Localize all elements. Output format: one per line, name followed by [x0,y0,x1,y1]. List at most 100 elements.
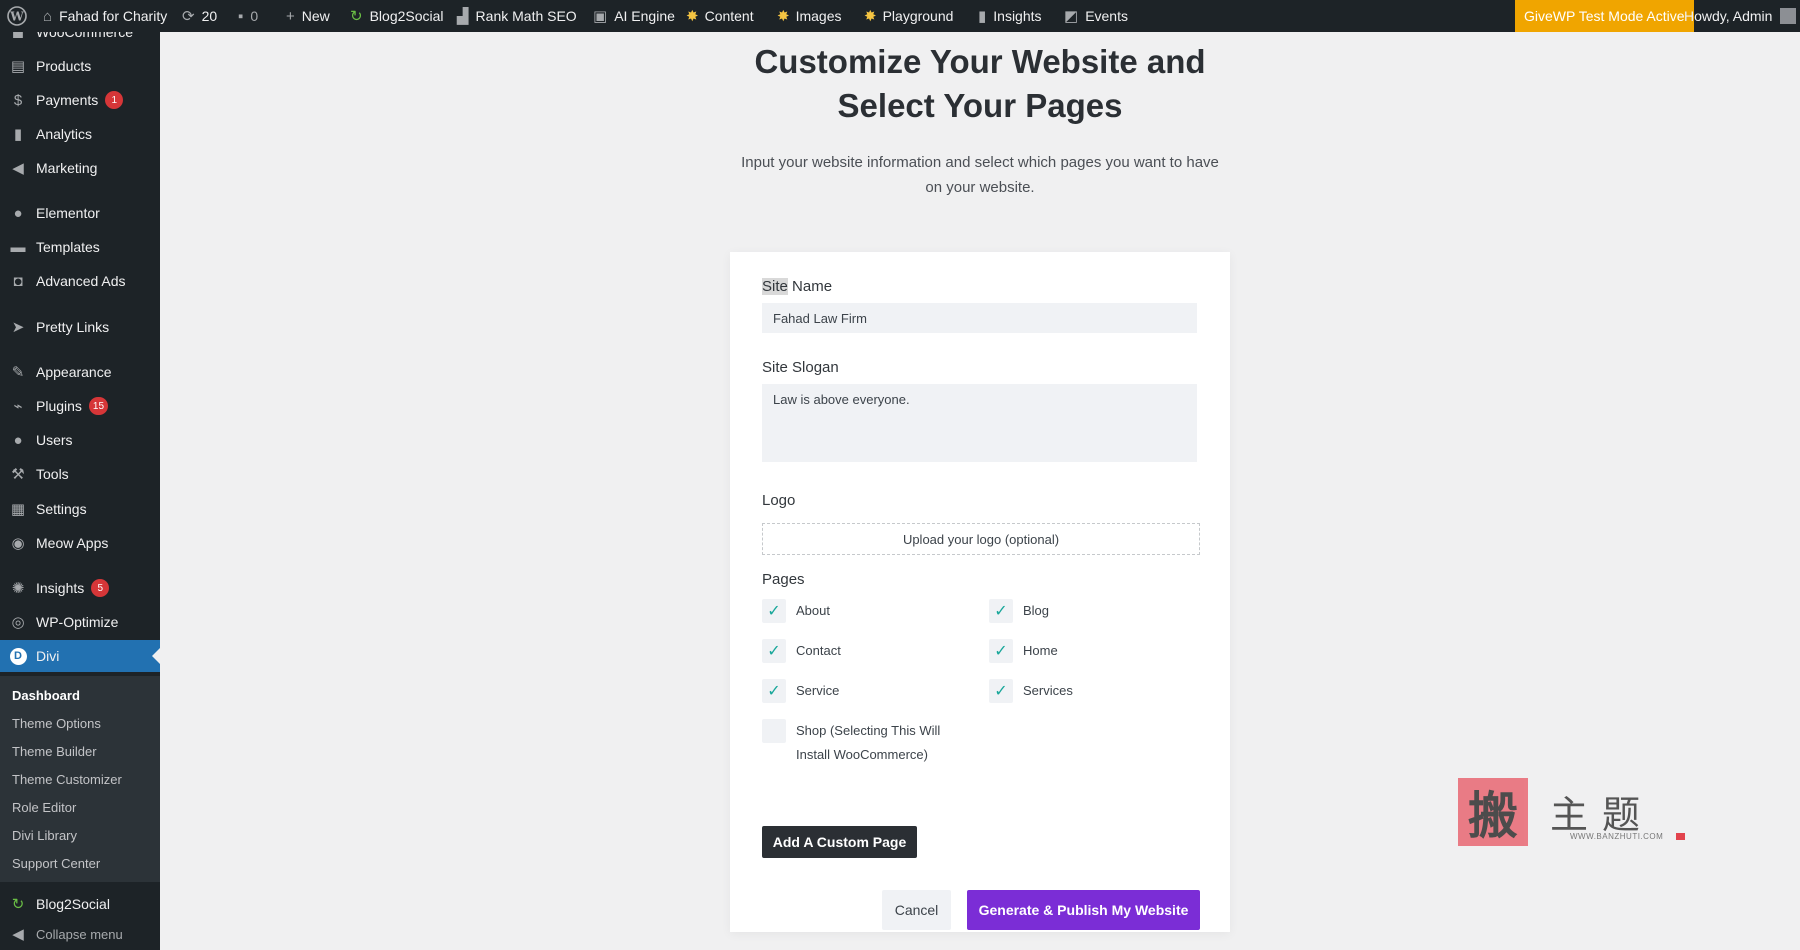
menu-payments[interactable]: $ Payments 1 [0,84,160,116]
menu-label: Meow Apps [36,535,109,551]
page-checkbox-home[interactable]: ✓ Home [989,639,1058,663]
collapse-icon: ◀ [12,926,24,943]
insights-link[interactable]: ▮ Insights [978,0,1042,32]
page-checkbox-shop[interactable]: Shop (Selecting This Will Install WooCom… [762,719,956,767]
updates-icon: ⟳ [182,7,195,25]
submenu-theme-builder[interactable]: Theme Builder [12,742,97,762]
generate-publish-button[interactable]: Generate & Publish My Website [967,890,1200,930]
menu-plugins[interactable]: ⌁ Plugins 15 [0,390,160,422]
menu-marketing[interactable]: ◀ Marketing [0,152,160,184]
wp-optimize-icon: ◎ [11,614,25,631]
menu-settings[interactable]: ▦ Settings [0,493,160,525]
checkmark-icon: ✓ [762,679,786,703]
menu-label: Users [36,432,73,448]
menu-insights[interactable]: ✺ Insights 5 [0,572,160,604]
blog2social-icon: ↻ [11,896,25,913]
submenu-theme-customizer[interactable]: Theme Customizer [12,770,122,790]
magic-wand-icon: ✸ [864,8,877,25]
checkbox-label: Home [1023,643,1058,658]
folder-icon: ▬ [10,238,26,256]
site-name-label: Site Name [762,278,832,295]
blog2social-link[interactable]: ↻ Blog2Social [350,0,444,32]
playground-label: Playground [882,8,954,24]
menu-label: WP-Optimize [36,614,119,630]
plug-icon: ⌁ [13,398,23,415]
upload-logo-button[interactable]: Upload your logo (optional) [762,523,1200,555]
rankmath-link[interactable]: ▟ Rank Math SEO [457,0,577,32]
current-menu-arrow-icon [152,648,160,664]
menu-label: Collapse menu [36,926,123,942]
events-link[interactable]: ◩ Events [1064,0,1128,32]
menu-label: Analytics [36,126,93,142]
menu-products[interactable]: ▤ Products [0,50,160,82]
add-custom-page-button[interactable]: Add A Custom Page [762,826,917,858]
magic-wand-icon: ✸ [777,8,790,25]
rankmath-icon: ▟ [457,7,469,25]
playground-link[interactable]: ✸ Playground [864,0,953,32]
submenu-support-center[interactable]: Support Center [12,854,100,874]
menu-advanced-ads[interactable]: ◘ Advanced Ads [0,265,160,297]
page-checkbox-blog[interactable]: ✓ Blog [989,599,1049,623]
menu-meow-apps[interactable]: ◉ Meow Apps [0,527,160,559]
checkbox-label: Services [1023,683,1073,698]
menu-wp-optimize[interactable]: ◎ WP-Optimize [0,606,160,638]
admin-bar: W ⌂ Fahad for Charity ⟳ 20 ▪ 0 + New ↻ B… [0,0,1800,32]
collapse-menu-button[interactable]: ◀ Collapse menu [0,918,160,950]
wordpress-logo-icon[interactable]: W [7,0,27,32]
menu-label: Appearance [36,364,112,380]
images-label: Images [795,8,842,24]
logo-label: Logo [762,492,796,509]
content-link[interactable]: ✸ Content [686,0,754,32]
menu-templates[interactable]: ▬ Templates [0,231,160,263]
new-content-link[interactable]: + New [286,0,330,32]
submenu-divi-library[interactable]: Divi Library [12,826,77,846]
watermark-text: 主题 [1550,793,1655,837]
checkbox-label: Service [796,683,840,698]
checkmark-icon: ✓ [762,639,786,663]
menu-divi[interactable]: D Divi [0,640,160,672]
submenu-theme-options[interactable]: Theme Options [12,714,101,734]
pages-label: Pages [762,571,805,588]
site-name-input[interactable] [762,303,1197,333]
menu-appearance[interactable]: ✎ Appearance [0,356,160,388]
page-subtitle-line: on your website. [925,179,1035,196]
submenu-dashboard[interactable]: Dashboard [12,686,80,706]
menu-elementor[interactable]: ● Elementor [0,197,160,229]
comments-link[interactable]: ▪ 0 [238,0,258,32]
content-label: Content [704,8,754,24]
page-checkbox-contact[interactable]: ✓ Contact [762,639,841,663]
pretty-links-icon: ➤ [11,319,25,336]
aiengine-link[interactable]: ▣ AI Engine [593,0,675,32]
givewp-test-mode-notice[interactable]: GiveWP Test Mode Active [1515,0,1694,32]
notification-badge: 15 [88,397,109,415]
menu-tools[interactable]: ⚒ Tools [0,458,160,490]
watermark-dot [1676,833,1685,840]
new-label: New [301,8,330,24]
submenu-role-editor[interactable]: Role Editor [12,798,76,818]
menu-woocommerce[interactable]: ◼ WooCommerce [0,32,160,48]
howdy-label: Howdy, Admin [1684,8,1773,24]
checkbox-label: Contact [796,643,841,658]
page-checkbox-about[interactable]: ✓ About [762,599,830,623]
updates-count: 20 [201,8,218,24]
page-title-line: Customize Your Website and [754,43,1206,80]
menu-users[interactable]: ● Users [0,424,160,456]
menu-label: Templates [36,239,100,255]
menu-blog2social[interactable]: ↻ Blog2Social [0,888,160,920]
cancel-button[interactable]: Cancel [882,890,951,930]
checkbox-label: Blog [1023,603,1050,618]
menu-analytics[interactable]: ▮ Analytics [0,118,160,150]
page-checkbox-service[interactable]: ✓ Service [762,679,839,703]
site-slogan-input[interactable]: Law is above everyone. [762,384,1197,462]
site-name-link[interactable]: ⌂ Fahad for Charity [43,0,167,32]
my-account-menu[interactable]: Howdy, Admin [1684,0,1797,32]
updates-link[interactable]: ⟳ 20 [182,0,217,32]
watermark-url: WWW.BANZHUTI.COM [1570,832,1664,841]
empty-checkbox [762,719,786,743]
page-title: Customize Your Website and Select Your P… [160,40,1800,128]
page-checkbox-services[interactable]: ✓ Services [989,679,1073,703]
images-link[interactable]: ✸ Images [777,0,842,32]
comment-icon: ▪ [238,7,244,25]
page-subtitle-line: Input your website information and selec… [741,154,1219,171]
menu-pretty-links[interactable]: ➤ Pretty Links [0,311,160,343]
